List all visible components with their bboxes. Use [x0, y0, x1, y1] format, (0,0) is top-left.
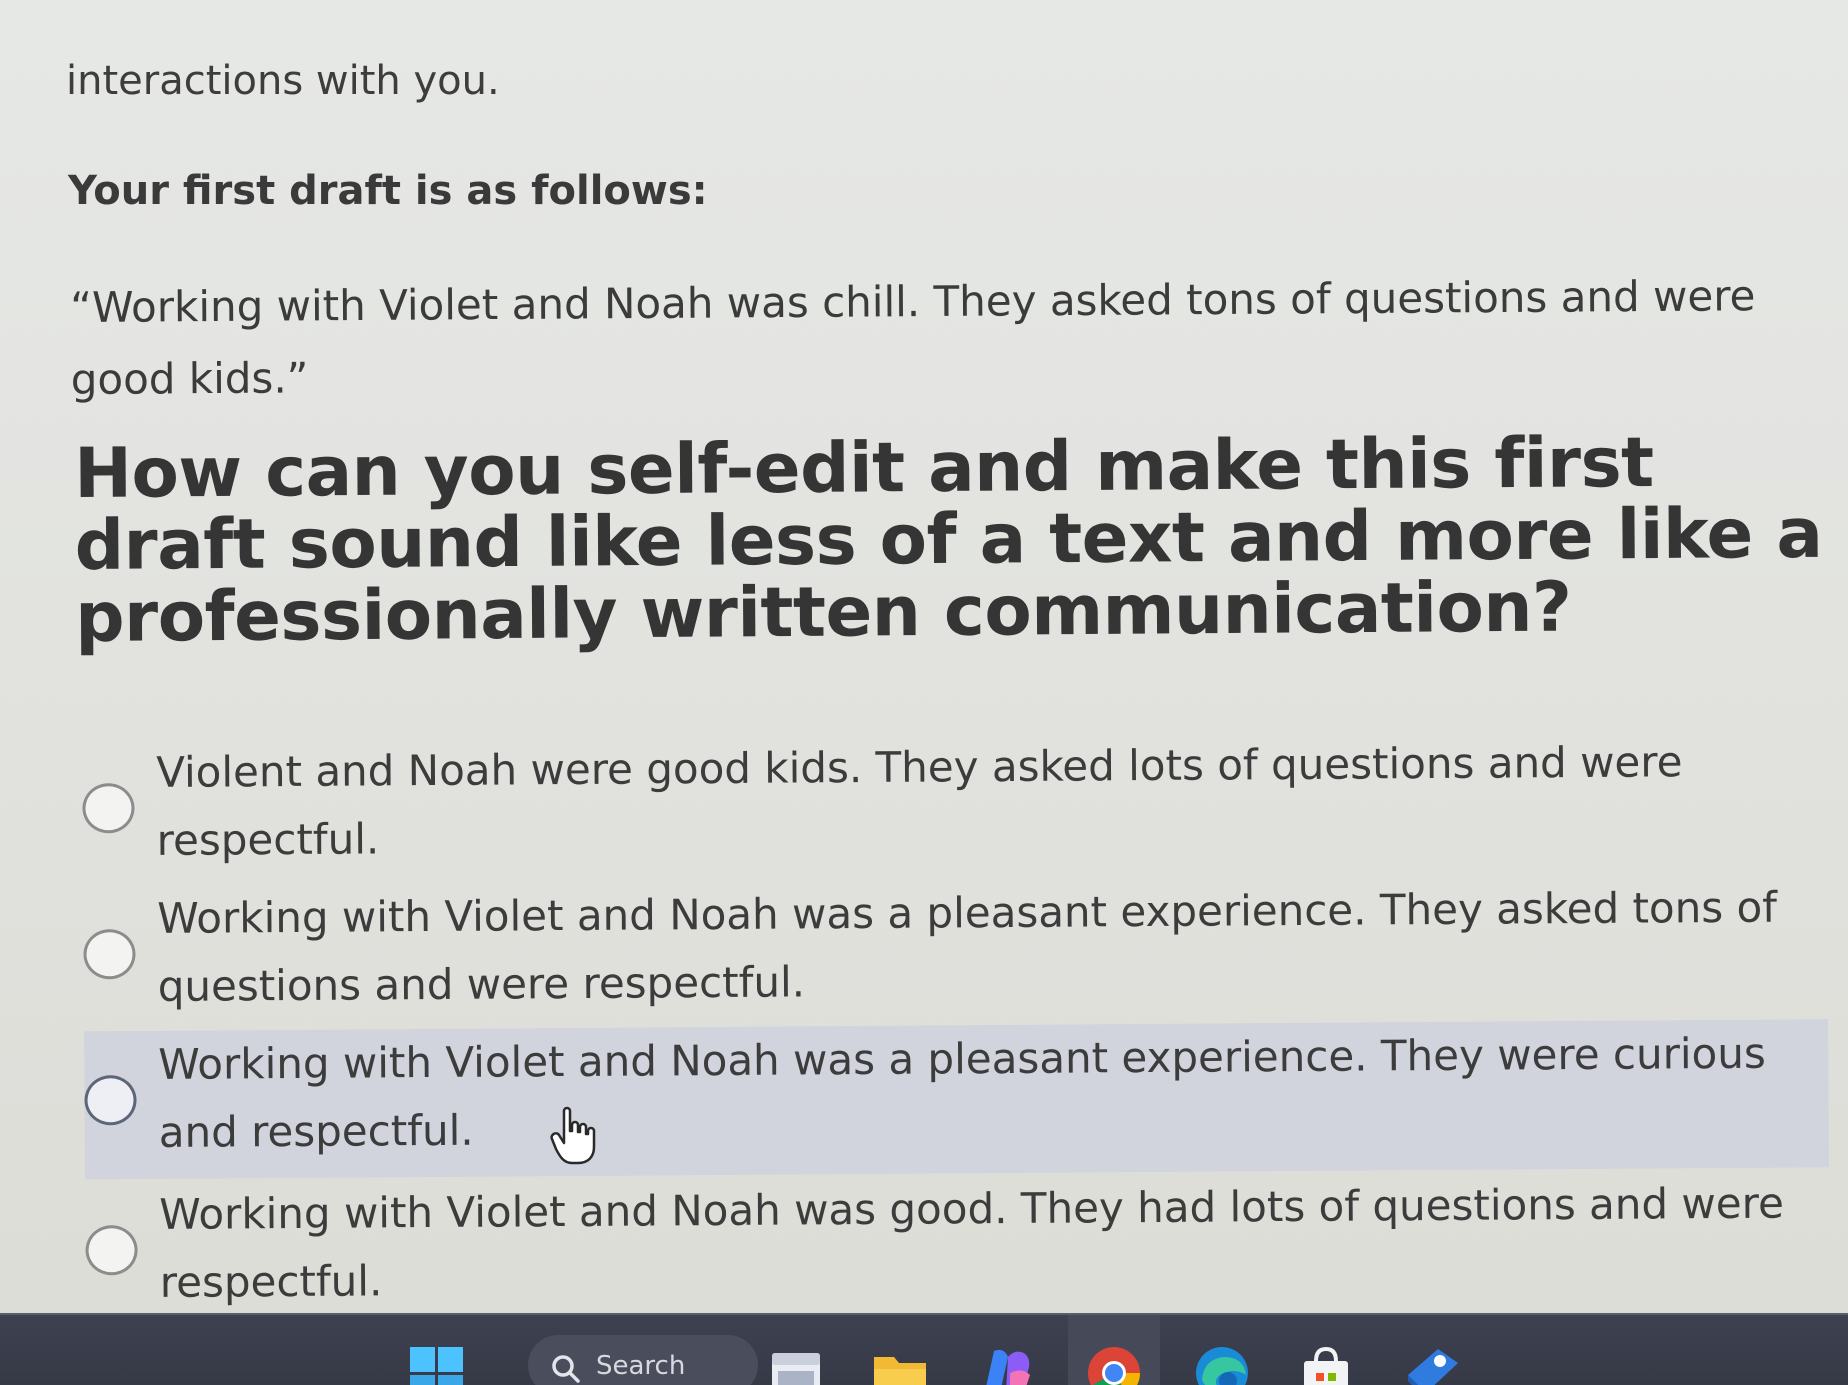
- folder-icon[interactable]: [872, 1345, 928, 1385]
- taskbar: Search: [0, 1313, 1848, 1385]
- answer-option-4[interactable]: Working with Violet and Noah was good. T…: [85, 1169, 1830, 1313]
- option-text: Working with Violet and Noah was good. T…: [159, 1178, 1784, 1307]
- search-label: Search: [596, 1351, 686, 1381]
- radio-button[interactable]: [84, 1075, 137, 1126]
- edge-icon[interactable]: [1194, 1345, 1250, 1385]
- answer-option-1[interactable]: Violent and Noah were good kids. They as…: [82, 727, 1827, 889]
- radio-button[interactable]: [83, 929, 136, 980]
- file-explorer-icon[interactable]: [768, 1345, 824, 1385]
- chrome-icon[interactable]: [1086, 1345, 1142, 1385]
- windows-start-icon[interactable]: [408, 1345, 464, 1385]
- answer-options: Violent and Noah were good kids. They as…: [0, 727, 1848, 1307]
- answer-option-3[interactable]: Working with Violet and Noah was a pleas…: [84, 1019, 1830, 1180]
- question-text: How can you self-edit and make this firs…: [73, 422, 1823, 658]
- hand-cursor-icon: [550, 1106, 596, 1165]
- intro-text: interactions with you.: [66, 58, 500, 104]
- draft-heading: Your first draft is as follows:: [68, 168, 708, 214]
- search-icon: [552, 1355, 580, 1383]
- store-icon[interactable]: [1298, 1345, 1354, 1385]
- radio-button[interactable]: [85, 1225, 138, 1276]
- app-icon[interactable]: [1404, 1345, 1460, 1385]
- copilot-icon[interactable]: [980, 1345, 1036, 1385]
- answer-option-2[interactable]: Working with Violet and Noah was a pleas…: [83, 873, 1828, 1035]
- radio-button[interactable]: [82, 783, 135, 834]
- option-text: Violent and Noah were good kids. They as…: [156, 737, 1683, 865]
- quiz-page: interactions with you. Your first draft …: [0, 0, 1848, 1313]
- taskbar-search-box[interactable]: Search: [528, 1335, 758, 1385]
- option-text: Working with Violet and Noah was a pleas…: [157, 882, 1778, 1011]
- option-text: Working with Violet and Noah was a pleas…: [158, 1028, 1766, 1157]
- draft-quote: “Working with Violet and Noah was chill.…: [70, 271, 1756, 404]
